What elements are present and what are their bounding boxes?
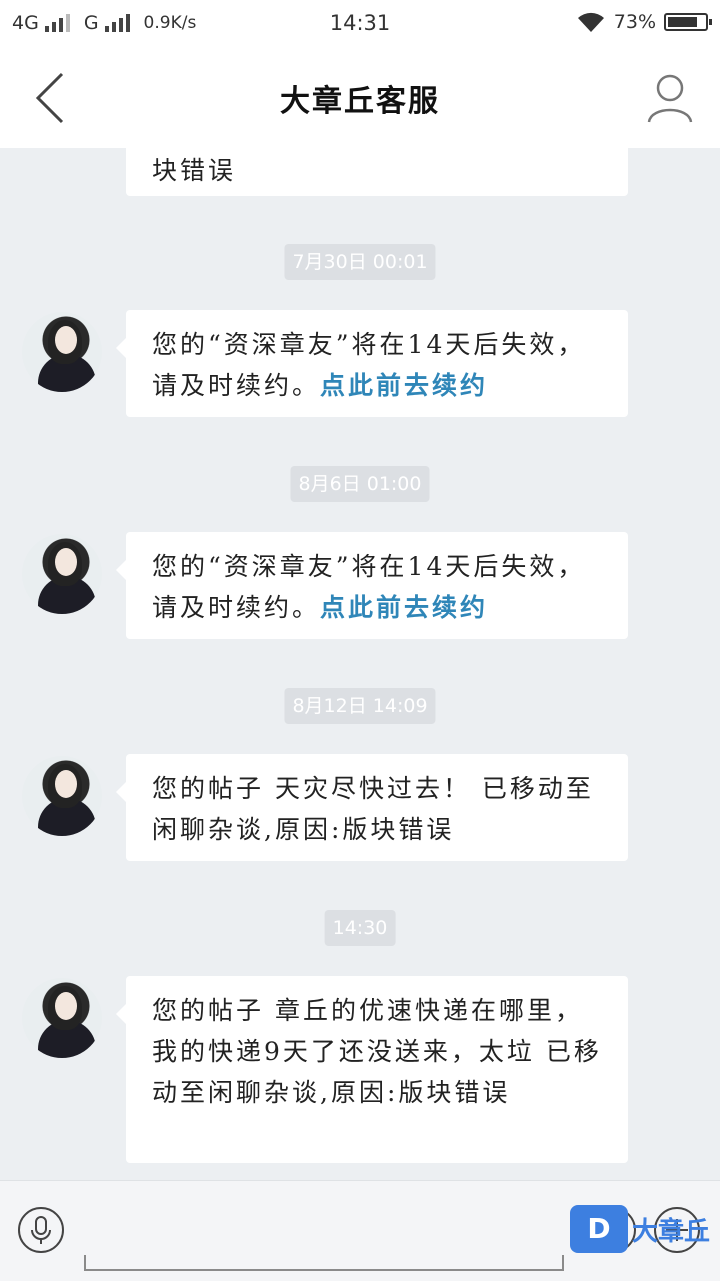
- avatar: [22, 312, 102, 392]
- battery-icon: [664, 13, 712, 31]
- message-timestamp: 8月12日 14:09: [284, 688, 436, 724]
- avatar: [22, 978, 102, 1058]
- message-text: 块错误: [152, 156, 237, 185]
- message-timestamp: 8月6日 01:00: [290, 466, 430, 502]
- profile-icon[interactable]: [646, 72, 694, 124]
- input-bar: D 大章丘: [0, 1180, 720, 1281]
- message-bubble: 您的“资深章友”将在14天后失效，请及时续约。点此前去续约: [116, 532, 628, 639]
- page-title: 大章丘客服: [280, 84, 440, 119]
- watermark-text: 大章丘: [632, 1216, 711, 1247]
- message-bubble: 您的“资深章友”将在14天后失效，请及时续约。点此前去续约: [116, 310, 628, 417]
- microphone-icon: [31, 1216, 51, 1244]
- title-bar: 大章丘客服: [0, 48, 720, 148]
- message-list[interactable]: 块错误 7月30日 00:01 您的“资深章友”将在14天后失效，请及时续约。点…: [0, 148, 720, 1180]
- message-timestamp: 7月30日 00:01: [284, 244, 436, 280]
- watermark: D 大章丘: [570, 1205, 710, 1253]
- message-bubble: 您的帖子 章丘的优速快递在哪里，我的快递9天了还没送来，太垃 已移动至闲聊杂谈,…: [116, 976, 628, 1163]
- renew-link[interactable]: 点此前去续约: [320, 593, 488, 622]
- message-text: 您的帖子 章丘的优速快递在哪里，我的快递9天了还没送来，太垃 已移动至闲聊杂谈,…: [152, 996, 602, 1107]
- renew-link[interactable]: 点此前去续约: [320, 371, 488, 400]
- wifi-icon: [577, 12, 604, 32]
- status-right: 73%: [576, 10, 712, 34]
- message-text: 您的帖子 天灾尽快过去！ 已移动至闲聊杂谈,原因:版块错误: [152, 774, 594, 844]
- battery-percent: 73%: [613, 11, 656, 33]
- message-bubble: 块错误: [126, 148, 628, 196]
- watermark-logo: D: [570, 1205, 628, 1253]
- status-bar: 4G G 0.9K/s 14:31 73%: [0, 0, 720, 48]
- message-timestamp: 14:30: [324, 910, 396, 946]
- voice-button[interactable]: [18, 1207, 64, 1253]
- avatar: [22, 756, 102, 836]
- avatar: [22, 534, 102, 614]
- message-input[interactable]: [84, 1255, 564, 1271]
- message-bubble: 您的帖子 天灾尽快过去！ 已移动至闲聊杂谈,原因:版块错误: [116, 754, 628, 861]
